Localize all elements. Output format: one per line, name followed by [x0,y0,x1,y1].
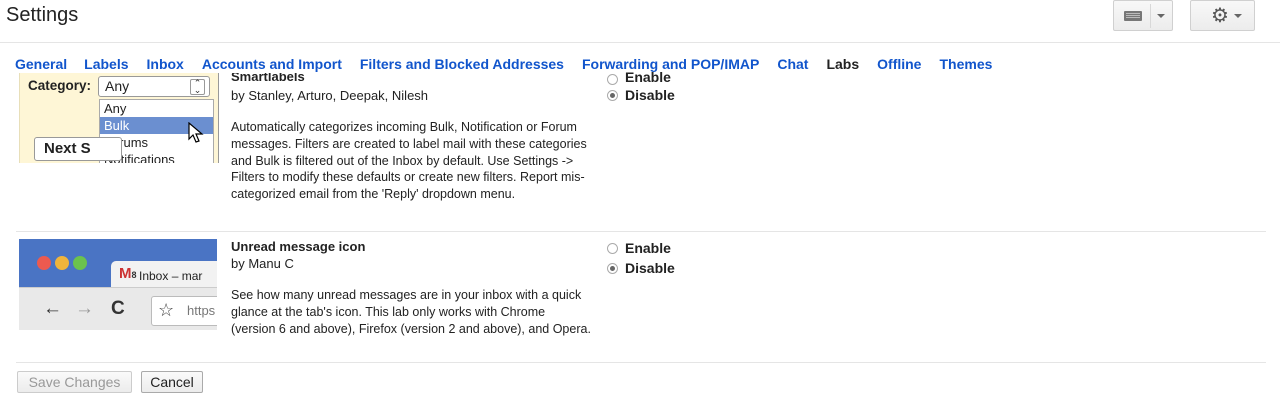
lab-description: See how many unread messages are in your… [231,288,591,336]
url-text: https [187,303,216,318]
enable-label: Enable [625,71,671,85]
disable-label: Disable [625,87,675,103]
mouse-cursor-icon [188,122,204,143]
dropdown-option: Any [104,101,127,116]
header-divider [0,42,1280,43]
browser-toolbar-preview: ← → C ☆ https [19,287,217,330]
tab-chat[interactable]: Chat [777,56,808,72]
enable-label: Enable [625,240,671,256]
tab-offline[interactable]: Offline [877,56,921,72]
reload-icon: C [111,298,125,319]
browser-tab-title: Inbox – mar [139,269,203,283]
keyboard-icon [1124,11,1142,21]
category-label: Category: [28,78,92,93]
settings-button[interactable]: ⚙ [1190,0,1255,31]
settings-tabs: General Labels Inbox Accounts and Import… [15,56,1010,72]
lab-info: Smartlabels by Stanley, Arturo, Deepak, … [231,73,591,203]
disable-label: Disable [625,260,675,276]
input-tools-button[interactable] [1113,0,1173,31]
cancel-button[interactable]: Cancel [141,371,203,393]
gear-icon: ⚙ [1211,5,1229,27]
star-icon: ☆ [158,300,175,320]
enable-radio[interactable] [607,242,618,254]
tab-accounts-and-import[interactable]: Accounts and Import [202,56,342,72]
tab-inbox[interactable]: Inbox [147,56,184,72]
lab-radio-group: Enable Disable [607,238,675,278]
lab-description: Automatically categorizes incoming Bulk,… [231,120,587,202]
row-divider [16,362,1266,363]
tab-labs[interactable]: Labs [826,56,859,72]
gmail-icon: M8 [119,265,137,282]
disable-radio[interactable] [607,262,618,274]
save-changes-button[interactable]: Save Changes [17,371,132,393]
lab-info: Unread message icon by Manu C See how ma… [231,239,591,337]
chevron-down-icon [1234,14,1242,18]
chevron-down-icon[interactable] [1157,14,1165,18]
unread-icon-thumbnail: M8 Inbox – mar ← → C ☆ https [19,239,217,330]
lab-radio-group: Enable Disable [607,71,675,105]
page-title: Settings [6,4,79,26]
disable-option[interactable]: Disable [607,85,675,105]
smartlabels-thumbnail: Category: Any ⌃ ⌄ Any Bulk Forums Notific… [19,73,219,163]
tab-themes[interactable]: Themes [939,56,992,72]
tab-forwarding-and-pop-imap[interactable]: Forwarding and POP/IMAP [582,56,759,72]
browser-tab-preview: M8 Inbox – mar [111,261,217,289]
tab-labels[interactable]: Labels [84,56,128,72]
url-box-preview: ☆ https [151,296,217,326]
minimize-light-icon [55,256,69,270]
enable-option[interactable]: Enable [607,71,675,85]
back-arrow-icon: ← [43,298,62,319]
maximize-light-icon [73,256,87,270]
row-divider [16,231,1266,232]
lab-name: Smartlabels [231,73,305,84]
close-light-icon [37,256,51,270]
disable-option[interactable]: Disable [607,258,675,278]
tab-general[interactable]: General [15,56,67,72]
lab-name: Unread message icon [231,239,366,254]
divider [1150,4,1151,28]
category-select-value: Any [105,78,130,94]
lab-author: by Stanley, Arturo, Deepak, Nilesh [231,88,429,103]
tab-filters-and-blocked-addresses[interactable]: Filters and Blocked Addresses [360,56,564,72]
select-arrows-icon: ⌃ ⌄ [190,79,205,95]
enable-radio[interactable] [607,74,618,85]
category-select: Any ⌃ ⌄ [98,76,210,97]
disable-radio[interactable] [607,89,618,101]
forward-arrow-icon: → [75,298,94,319]
enable-option[interactable]: Enable [607,238,675,258]
next-button-preview: Next S [34,137,122,161]
lab-author: by Manu C [231,256,294,271]
